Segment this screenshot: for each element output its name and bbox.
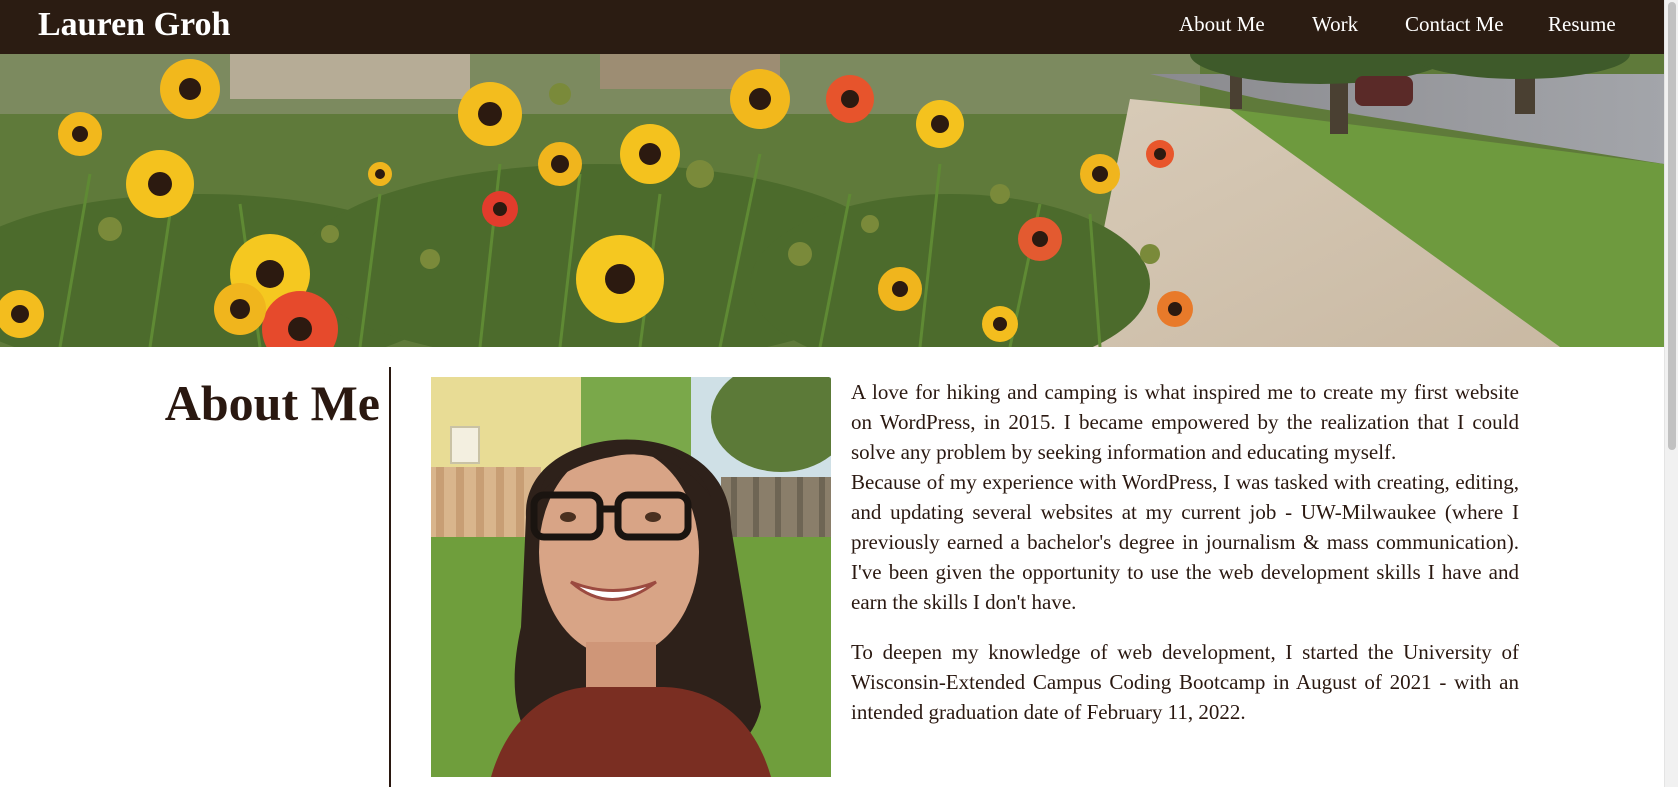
site-header: Lauren Groh About Me Work Contact Me Res… — [0, 0, 1664, 54]
about-text: A love for hiking and camping is what in… — [851, 377, 1519, 727]
about-heading: About Me — [164, 375, 380, 431]
about-paragraph-3: To deepen my knowledge of web developmen… — [851, 640, 1519, 724]
about-paragraph-2: Because of my experience with WordPress,… — [851, 470, 1519, 614]
scrollbar-thumb[interactable] — [1668, 2, 1676, 450]
about-paragraph-1: A love for hiking and camping is what in… — [851, 380, 1519, 464]
nav-resume[interactable]: Resume — [1548, 12, 1616, 36]
profile-photo — [431, 377, 831, 777]
nav-contact-me[interactable]: Contact Me — [1405, 12, 1504, 36]
nav-work[interactable]: Work — [1312, 12, 1358, 36]
hero-flowers-image — [0, 54, 1664, 347]
section-divider — [389, 367, 391, 787]
page-scrollbar[interactable] — [1664, 0, 1678, 787]
nav-about-me[interactable]: About Me — [1179, 12, 1265, 36]
site-title[interactable]: Lauren Groh — [38, 4, 230, 46]
